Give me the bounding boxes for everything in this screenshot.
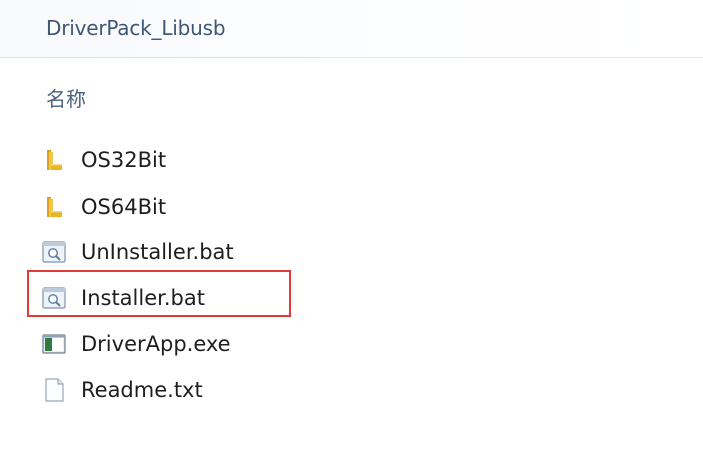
text-file-icon (40, 377, 68, 403)
file-name[interactable]: OS64Bit (81, 195, 166, 219)
list-item-os32bit[interactable]: OS32Bit (40, 143, 166, 177)
explorer-window: DriverPack_Libusb 名称 OS32Bit OS64Bit UnI… (0, 0, 703, 450)
folder-icon (40, 147, 68, 173)
list-item-driverapp-exe[interactable]: DriverApp.exe (40, 327, 231, 361)
list-item-readme-txt[interactable]: Readme.txt (40, 373, 203, 407)
batch-file-icon (40, 285, 68, 311)
file-name[interactable]: DriverApp.exe (81, 332, 231, 356)
file-name[interactable]: UnInstaller.bat (81, 240, 234, 264)
list-item-installer-bat[interactable]: Installer.bat (40, 281, 205, 315)
name-column-header[interactable]: 名称 (46, 83, 86, 112)
file-name[interactable]: Readme.txt (81, 378, 203, 402)
address-bar[interactable]: DriverPack_Libusb (0, 0, 703, 58)
list-item-os64bit[interactable]: OS64Bit (40, 190, 166, 224)
batch-file-icon (40, 239, 68, 265)
file-name[interactable]: Installer.bat (81, 286, 205, 310)
executable-icon (40, 331, 68, 357)
address-path[interactable]: DriverPack_Libusb (46, 16, 226, 40)
list-item-uninstaller-bat[interactable]: UnInstaller.bat (40, 235, 234, 269)
folder-icon (40, 194, 68, 220)
file-name[interactable]: OS32Bit (81, 148, 166, 172)
